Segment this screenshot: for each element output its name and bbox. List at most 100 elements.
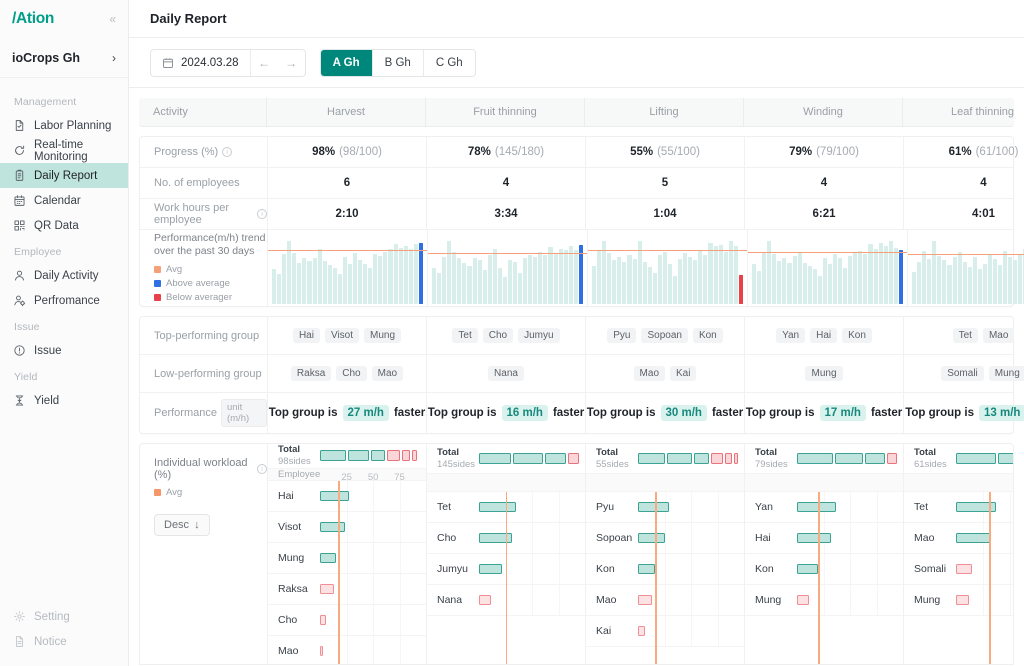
- sidebar-item-calendar[interactable]: Calendar: [0, 188, 128, 213]
- sidebar-item-real-time-monitoring[interactable]: Real-time Monitoring: [0, 138, 128, 163]
- workload-total: Total55sides: [586, 444, 744, 474]
- stack-segment: [667, 453, 691, 464]
- workload-bar: [320, 491, 349, 501]
- clipboard-icon: [12, 169, 26, 183]
- stack-segment: [638, 453, 665, 464]
- workload-total-label: Total79sides: [745, 447, 797, 471]
- gh-tab-a-gh[interactable]: A Gh: [321, 50, 373, 76]
- legend-label: Below averager: [166, 291, 232, 305]
- workspace-selector[interactable]: ioCrops Gh ›: [0, 38, 128, 78]
- legend-label-avg: Avg: [166, 487, 182, 498]
- stack-segment: [568, 453, 579, 464]
- sidebar-item-setting[interactable]: Setting: [0, 604, 128, 629]
- perf-value: 30 m/h: [661, 405, 707, 421]
- workload-bar: [320, 553, 336, 563]
- trend-bar: [318, 249, 322, 304]
- trend-bar: [447, 241, 451, 304]
- workload-bar: [638, 533, 665, 543]
- sidebar-item-daily-activity[interactable]: Daily Activity: [0, 263, 128, 288]
- trend-bar: [693, 260, 697, 304]
- trend-bar: [373, 254, 377, 304]
- workload-employee-name: Kon: [586, 563, 638, 575]
- sidebar-item-perfromance[interactable]: Perfromance: [0, 288, 128, 313]
- trend-bars: [272, 236, 423, 304]
- progress-fraction: (55/100): [657, 146, 700, 158]
- app-logo: /Ation: [12, 10, 54, 28]
- employee-chip: Nana: [488, 366, 524, 381]
- workload-track: [320, 543, 426, 573]
- employee-chip: Raksa: [291, 366, 331, 381]
- sidebar-item-notice[interactable]: Notice: [0, 629, 128, 654]
- stack-segment: [545, 453, 567, 464]
- legend-swatch: [154, 266, 161, 273]
- page-header: Daily Report: [129, 0, 1024, 38]
- next-day-button[interactable]: →: [278, 50, 305, 76]
- workload-legend: Avg: [154, 487, 267, 498]
- row-label: Progress (%) i: [140, 137, 268, 167]
- employee-chip: Kai: [670, 366, 696, 381]
- workload-employee-name: Sopoan: [586, 532, 638, 544]
- trend-bar: [813, 269, 817, 304]
- prev-day-button[interactable]: ←: [251, 50, 278, 76]
- trend-bar: [282, 254, 286, 304]
- stack-segment: [734, 453, 738, 464]
- brand-row: /Ation «: [0, 0, 128, 38]
- row-label: Performanceunit (m/h): [140, 393, 268, 433]
- trend-bar: [767, 241, 771, 304]
- trend-bar: [592, 266, 596, 304]
- perf-prefix: Top group is: [905, 407, 974, 419]
- gh-tab-c-gh[interactable]: C Gh: [424, 50, 475, 76]
- trend-bar: [513, 262, 517, 305]
- workload-axis: Employee 255075: [268, 469, 426, 481]
- top-group-cell: TetChoJumyu: [427, 317, 586, 354]
- workload-employee-name: Kai: [586, 625, 638, 637]
- gh-tab-b-gh[interactable]: B Gh: [373, 50, 424, 76]
- trend-bars: [592, 236, 743, 304]
- perf-value: 13 m/h: [979, 405, 1024, 421]
- table-row-performance: Performanceunit (m/h)Top group is 27 m/h…: [140, 393, 1013, 433]
- sidebar-item-labor-planning[interactable]: Labor Planning: [0, 113, 128, 138]
- workload-column-leaf-thinning: Total61sides Tet Mao Somali: [904, 444, 1014, 664]
- workload-row: Mao: [586, 585, 744, 616]
- stack-segment: [320, 450, 346, 461]
- trend-bar: [338, 274, 342, 304]
- low-group-cell: MaoKai: [586, 355, 745, 392]
- workload-rows: Hai Visot Mung Raksa Cho: [268, 481, 426, 665]
- trend-bars: [752, 236, 903, 304]
- trend-bar: [922, 251, 926, 304]
- date-picker[interactable]: 2024.03.28 ← →: [150, 49, 306, 77]
- trend-bar: [762, 253, 766, 304]
- info-icon[interactable]: i: [257, 209, 267, 219]
- average-line: [818, 492, 820, 664]
- row-label: Top-performing group: [140, 317, 268, 354]
- row-label-text: Progress (%): [154, 146, 218, 158]
- sidebar-item-issue[interactable]: Issue: [0, 338, 128, 363]
- info-icon[interactable]: i: [257, 464, 267, 474]
- date-display[interactable]: 2024.03.28: [151, 50, 250, 76]
- workload-bar: [956, 533, 991, 543]
- trend-bar: [803, 263, 807, 304]
- workload-row: Mao: [268, 636, 426, 665]
- sidebar-item-qr-data[interactable]: QR Data: [0, 213, 128, 238]
- trend-bar: [653, 273, 657, 304]
- trend-bar: [493, 249, 497, 304]
- employee-chip: Mao: [372, 366, 403, 381]
- info-icon[interactable]: i: [222, 147, 232, 157]
- table-row-trend: Performance(m/h) trend over the past 30 …: [140, 230, 1013, 306]
- sidebar-item-yield[interactable]: Yield: [0, 388, 128, 413]
- trend-bar: [554, 254, 558, 304]
- workload-row: Raksa: [268, 574, 426, 605]
- employee-chip: Hai: [810, 328, 837, 343]
- trend-bar: [564, 250, 568, 304]
- trend-bar: [648, 267, 652, 304]
- trend-chart: [428, 230, 587, 306]
- progress-fraction: (61/100): [976, 146, 1019, 158]
- sort-order-button[interactable]: Desc ↓: [154, 514, 210, 536]
- trend-bar: [462, 263, 466, 304]
- collapse-sidebar-icon[interactable]: «: [109, 13, 116, 25]
- sidebar-item-daily-report[interactable]: Daily Report: [0, 163, 128, 188]
- legend-swatch: [154, 294, 161, 301]
- workload-track: [797, 523, 903, 553]
- chip-group: YanHaiKon: [776, 328, 872, 343]
- row-label-text: Work hours per employee: [154, 202, 253, 226]
